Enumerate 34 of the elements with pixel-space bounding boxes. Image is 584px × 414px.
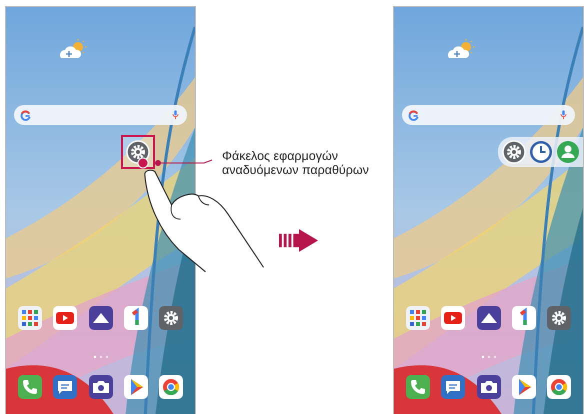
app-folder-icon[interactable] — [18, 306, 42, 330]
play-store-icon[interactable] — [512, 375, 536, 399]
settings-icon[interactable] — [547, 306, 571, 330]
callout-label: Φάκελος εφαρμογών αναδυόμενων παραθύρων — [222, 149, 370, 177]
camera-icon[interactable] — [88, 375, 112, 399]
camera-icon[interactable] — [476, 375, 500, 399]
messages-icon[interactable] — [441, 375, 466, 399]
page-indicator-icon — [92, 355, 108, 359]
google-one-icon[interactable] — [512, 306, 536, 330]
contacts-icon[interactable] — [556, 140, 580, 164]
google-logo-icon — [20, 110, 31, 120]
messages-icon[interactable] — [53, 375, 78, 399]
chrome-icon[interactable] — [547, 375, 571, 399]
phone-icon[interactable] — [18, 375, 42, 399]
play-store-icon[interactable] — [124, 375, 148, 399]
page-indicator-icon — [480, 355, 496, 359]
settings-icon[interactable] — [159, 306, 183, 330]
clock-icon[interactable] — [529, 140, 553, 164]
gallery-icon[interactable] — [476, 306, 500, 330]
settings-icon[interactable] — [502, 140, 526, 164]
youtube-icon[interactable] — [441, 306, 466, 330]
youtube-icon[interactable] — [53, 306, 78, 330]
gallery-icon[interactable] — [88, 306, 112, 330]
weather-icon[interactable] — [58, 38, 88, 60]
microphone-icon[interactable] — [560, 110, 567, 120]
phone-icon[interactable] — [406, 375, 430, 399]
chrome-icon[interactable] — [159, 375, 183, 399]
folder-popup[interactable] — [498, 137, 583, 167]
google-one-icon[interactable] — [124, 306, 148, 330]
microphone-icon[interactable] — [172, 110, 179, 120]
next-step-arrow-icon — [279, 229, 319, 252]
app-folder-icon[interactable] — [406, 306, 430, 330]
weather-icon[interactable] — [446, 38, 476, 60]
google-logo-icon — [408, 110, 419, 120]
